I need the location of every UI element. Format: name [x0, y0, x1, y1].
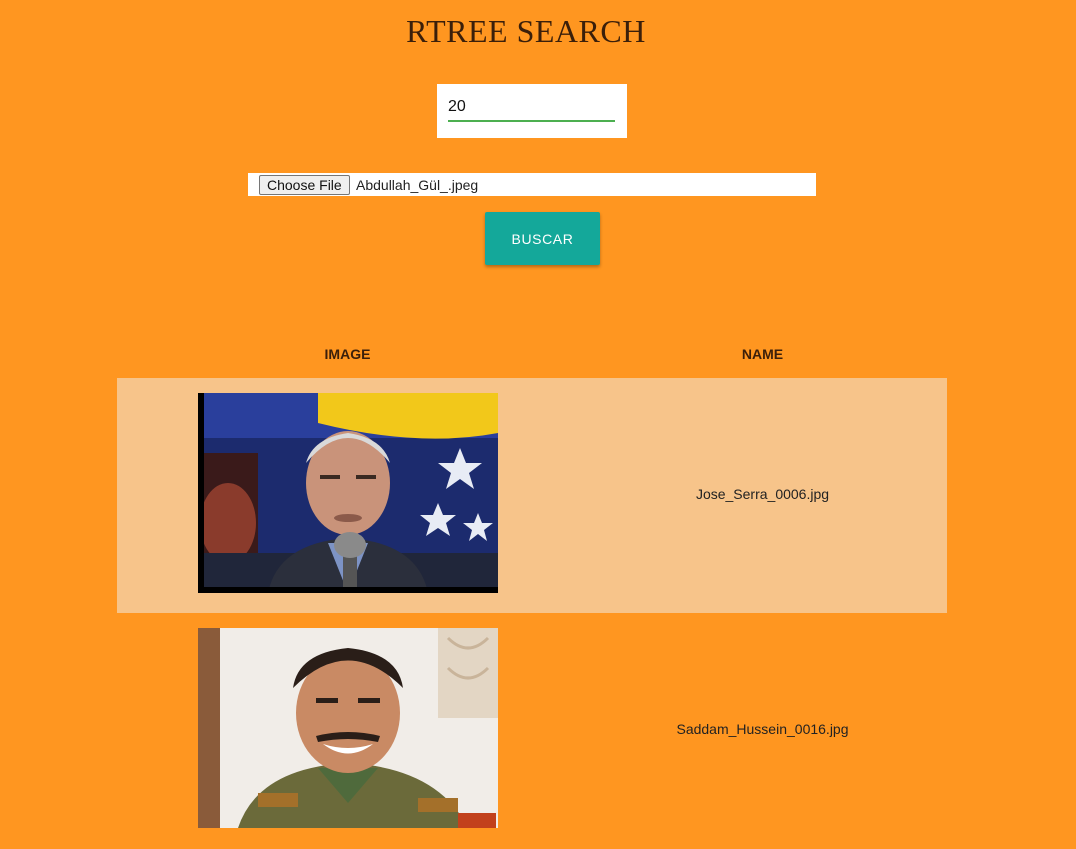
- table-row: Saddam_Hussein_0016.jpg: [117, 613, 947, 848]
- result-name: Jose_Serra_0006.jpg: [695, 486, 830, 502]
- column-header-name: NAME: [741, 346, 784, 362]
- choose-file-button[interactable]: Choose File: [259, 175, 350, 195]
- table-row: Jose_Serra_0006.jpg: [117, 378, 947, 613]
- result-photo: [198, 628, 498, 828]
- result-photo: [198, 393, 498, 593]
- k-input-container: [437, 84, 627, 138]
- page-title: RTREE SEARCH: [406, 13, 646, 49]
- results-table: IMAGE NAME Jose_Serra_0006.jpg Saddam_Hu…: [117, 330, 947, 848]
- search-button[interactable]: BUSCAR: [485, 212, 600, 265]
- column-header-image: IMAGE: [324, 346, 371, 362]
- k-value-input[interactable]: [448, 94, 615, 122]
- portrait-photo-image: [198, 628, 498, 828]
- page: RTREE SEARCH Choose File Abdullah_Gül_.j…: [0, 0, 1076, 849]
- selected-file-name: Abdullah_Gül_.jpeg: [356, 177, 479, 193]
- portrait-photo-image: [198, 393, 498, 593]
- table-header: IMAGE NAME: [117, 330, 947, 378]
- file-input[interactable]: Choose File Abdullah_Gül_.jpeg: [248, 173, 816, 196]
- result-name: Saddam_Hussein_0016.jpg: [676, 721, 849, 737]
